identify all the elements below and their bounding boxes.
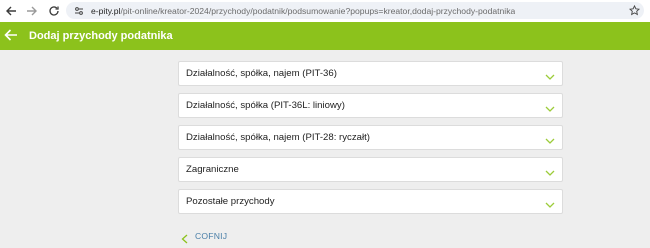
income-type-label: Działalność, spółka, najem (PIT-36) (186, 68, 337, 79)
income-type-label: Działalność, spółka (PIT-36L: liniowy) (186, 100, 345, 111)
income-type-label: Działalność, spółka, najem (PIT-28: rycz… (186, 132, 370, 143)
income-type-pit36[interactable]: Działalność, spółka, najem (PIT-36) (178, 61, 563, 86)
chevron-down-icon (545, 101, 555, 112)
income-type-label: Pozostałe przychody (186, 196, 275, 207)
chevron-down-icon (545, 133, 555, 144)
browser-forward-button[interactable] (24, 3, 40, 19)
address-bar[interactable]: e-pity.pl/pit-online/kreator-2024/przych… (66, 2, 644, 19)
arrow-left-icon (4, 29, 17, 41)
income-type-label: Zagraniczne (186, 164, 239, 175)
browser-reload-button[interactable] (46, 3, 62, 19)
page-title: Dodaj przychody podatnika (29, 30, 173, 42)
back-link-label: COFNIJ (195, 231, 228, 241)
arrow-right-icon (27, 6, 37, 16)
header-back-button[interactable] (3, 27, 19, 43)
browser-toolbar: e-pity.pl/pit-online/kreator-2024/przych… (0, 0, 650, 22)
income-type-pit36l[interactable]: Działalność, spółka (PIT-36L: liniowy) (178, 93, 563, 118)
chevron-left-icon (180, 231, 189, 244)
tune-icon[interactable] (73, 5, 85, 17)
star-icon[interactable] (628, 3, 641, 16)
income-type-list: Działalność, spółka, najem (PIT-36) Dzia… (178, 61, 563, 221)
url-path: /pit-online/kreator-2024/przychody/podat… (120, 5, 516, 16)
income-type-pit28[interactable]: Działalność, spółka, najem (PIT-28: rycz… (178, 125, 563, 150)
page-header: Dodaj przychody podatnika (0, 22, 650, 50)
reload-icon (49, 6, 59, 16)
back-link[interactable]: COFNIJ (180, 231, 228, 244)
income-type-foreign[interactable]: Zagraniczne (178, 157, 563, 182)
income-type-other[interactable]: Pozostałe przychody (178, 189, 563, 214)
url-domain: e-pity.pl (91, 5, 121, 16)
url-text: e-pity.pl/pit-online/kreator-2024/przych… (91, 6, 515, 16)
chevron-down-icon (545, 197, 555, 208)
chevron-down-icon (545, 69, 555, 80)
chevron-down-icon (545, 165, 555, 176)
browser-back-button[interactable] (3, 3, 19, 19)
arrow-left-icon (6, 6, 16, 16)
